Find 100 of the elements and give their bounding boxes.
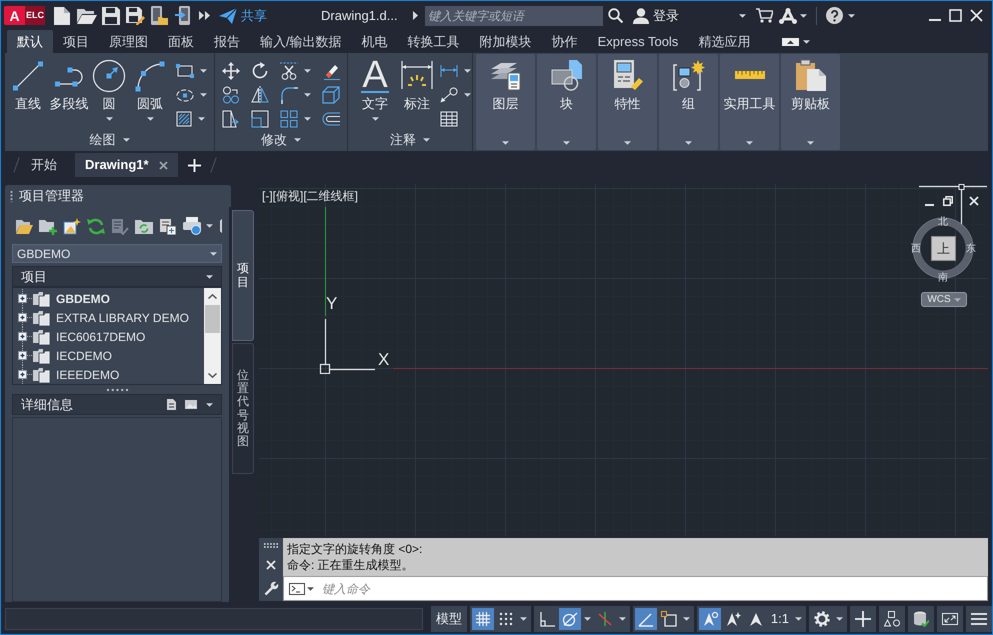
ribbon-tab[interactable]: 附加模块 — [470, 30, 542, 53]
status-label-button[interactable]: 模型 — [432, 609, 465, 629]
triangle-icon[interactable] — [413, 11, 418, 20]
ribbon-tab[interactable]: 原理图 — [99, 30, 158, 53]
panel-title-button[interactable]: 修改 — [261, 130, 301, 150]
caret-icon[interactable] — [795, 617, 802, 621]
caret-icon[interactable] — [304, 69, 311, 73]
side-tab[interactable]: 位置代号视图 — [232, 343, 254, 474]
tripod-icon[interactable] — [779, 8, 797, 24]
square-corner-icon[interactable] — [660, 611, 677, 627]
shapes-icon[interactable] — [884, 611, 900, 627]
picture-sparkle-icon[interactable] — [63, 218, 81, 234]
panel-toggle-icon[interactable] — [782, 38, 800, 46]
file-tab[interactable]: 开始 — [21, 153, 67, 177]
search-field[interactable]: 键入关键字或短语 — [425, 6, 603, 26]
maximize-icon[interactable] — [949, 9, 962, 22]
open-folder-icon[interactable] — [77, 8, 97, 24]
chevron-down-icon[interactable] — [208, 373, 217, 378]
expand-icon[interactable] — [18, 308, 32, 327]
page-icon[interactable] — [167, 399, 176, 410]
phone-folder-icon[interactable] — [151, 6, 168, 25]
tree-item[interactable]: IECDEMO — [13, 346, 204, 365]
ribbon-tab[interactable]: 机电 — [352, 30, 398, 53]
expand-icon[interactable] — [18, 346, 32, 365]
restore-icon[interactable] — [943, 196, 953, 206]
folder-plus-icon[interactable] — [39, 218, 57, 234]
coordinate-system-button[interactable]: WCS — [921, 292, 967, 307]
caret-icon[interactable] — [206, 224, 213, 228]
leader-icon[interactable] — [440, 87, 458, 103]
utilities-button[interactable]: 实用工具 — [720, 54, 779, 150]
grip-dots-icon[interactable] — [264, 543, 278, 548]
side-tab[interactable]: 项目 — [232, 210, 254, 341]
caret-icon[interactable] — [206, 274, 213, 278]
block-button[interactable]: 块 — [537, 54, 596, 150]
caret-icon[interactable] — [200, 69, 207, 73]
folder-open-icon[interactable] — [15, 218, 33, 234]
tree-item[interactable]: GBDEMO — [13, 289, 204, 308]
refresh-icon[interactable] — [87, 218, 105, 234]
caret-icon[interactable] — [198, 117, 205, 121]
double-chevron-icon[interactable] — [199, 11, 210, 20]
dot-grid-icon[interactable] — [498, 611, 514, 627]
section-header[interactable]: 项目 — [12, 266, 222, 287]
save-as-icon[interactable] — [126, 6, 145, 24]
share-button[interactable]: 共享 — [219, 6, 267, 26]
caret-icon[interactable] — [739, 14, 746, 18]
phone-arrow-icon[interactable] — [175, 6, 191, 25]
expand-icon[interactable] — [18, 365, 32, 384]
caret-icon[interactable] — [682, 617, 690, 621]
save-icon[interactable] — [102, 6, 120, 24]
folder-refresh-icon[interactable] — [135, 218, 153, 234]
tree-item[interactable]: IEC60617DEMO — [13, 327, 204, 346]
scale-icon[interactable] — [251, 110, 269, 128]
menu-icon[interactable] — [971, 611, 987, 627]
annotation-figure-icon[interactable] — [698, 608, 721, 630]
wrench-icon[interactable] — [264, 581, 278, 596]
caret-icon[interactable] — [464, 93, 471, 97]
text-button[interactable]: A 文字 — [356, 59, 394, 131]
file-tab[interactable]: Drawing1* — [75, 153, 178, 177]
ribbon-tab[interactable]: Express Tools — [588, 30, 688, 53]
caret-icon[interactable] — [848, 14, 855, 18]
caret-icon[interactable] — [618, 617, 626, 621]
new-file-icon[interactable] — [54, 6, 70, 24]
tree-item[interactable]: EXTRA LIBRARY DEMO — [13, 308, 204, 327]
caret-icon[interactable] — [304, 93, 311, 97]
ribbon-tab[interactable]: 输入/输出数据 — [250, 30, 352, 53]
caret-icon[interactable] — [803, 40, 810, 44]
database-check-icon[interactable] — [913, 611, 929, 627]
ribbon-tab[interactable]: 转换工具 — [398, 30, 470, 53]
fullscreen-icon[interactable] — [942, 611, 958, 627]
caret-icon[interactable] — [464, 69, 471, 73]
panel-title-button[interactable]: 注释 — [390, 130, 430, 150]
ellipse-icon[interactable] — [176, 88, 194, 102]
ribbon-tab[interactable]: 精选应用 — [688, 30, 760, 53]
expand-icon[interactable] — [18, 289, 32, 308]
minimize-icon[interactable] — [929, 18, 941, 20]
scrollbar-thumb[interactable] — [205, 305, 220, 333]
sign-in-button[interactable]: 登录 — [633, 6, 679, 26]
caret-icon[interactable] — [304, 117, 311, 121]
line-button[interactable]: 直线 — [10, 59, 46, 131]
right-angle-icon[interactable] — [538, 611, 555, 627]
document-stack-icon[interactable] — [159, 218, 177, 234]
clipboard-button[interactable]: 剪贴板 — [781, 54, 840, 150]
printer-globe-icon[interactable] — [183, 217, 201, 235]
ribbon-tab[interactable]: 面板 — [158, 30, 204, 53]
ribbon-tab[interactable]: 默认 — [7, 30, 53, 53]
gear-icon[interactable] — [814, 611, 830, 627]
minimize-icon[interactable] — [925, 204, 934, 206]
viewport-control[interactable]: [二维线框] — [303, 189, 358, 203]
copy-circles-icon[interactable] — [222, 86, 240, 104]
caret-icon[interactable] — [307, 586, 314, 590]
group-button[interactable]: 组 — [659, 54, 718, 150]
checklist-icon[interactable] — [111, 218, 129, 234]
box-outline-icon[interactable] — [322, 86, 340, 104]
section-header[interactable]: 详细信息 — [12, 394, 222, 415]
polyline-button[interactable]: 多段线 — [48, 59, 90, 131]
plus-icon[interactable] — [855, 611, 871, 627]
mirror-icon[interactable] — [251, 86, 269, 104]
move-icon[interactable] — [222, 62, 240, 80]
annotation-peak-icon[interactable] — [748, 611, 764, 627]
polar-icon[interactable] — [558, 608, 581, 630]
